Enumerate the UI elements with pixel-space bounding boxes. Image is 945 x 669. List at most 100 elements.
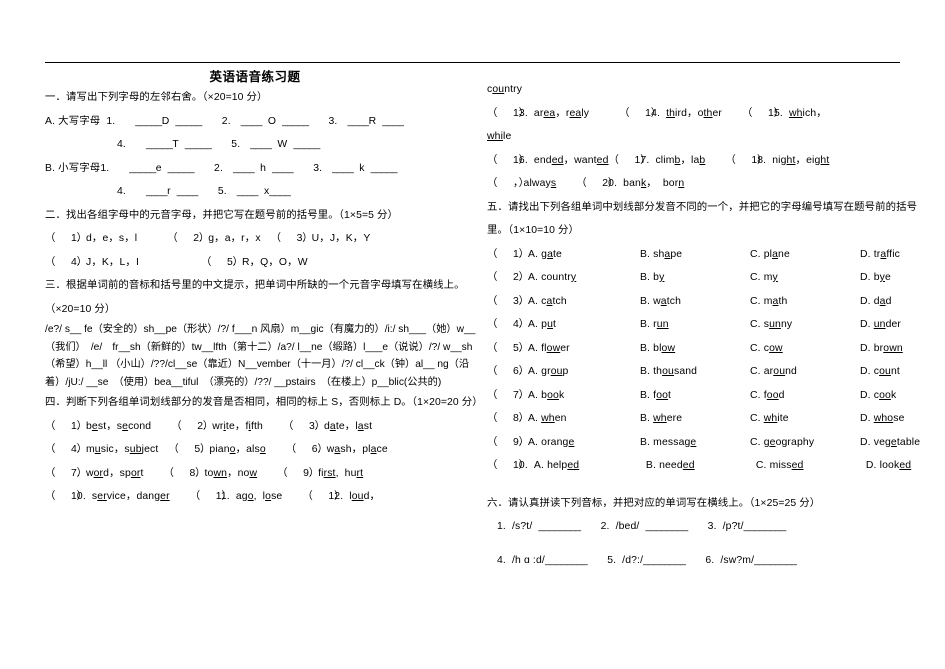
s5-2-option-a[interactable]: A. country (528, 266, 640, 290)
s4-6-answer-box[interactable]: （ ） (286, 438, 328, 462)
s1b-3-blank-after[interactable]: _____ (371, 163, 398, 174)
s5-5-answer-box[interactable]: （ ） (487, 337, 529, 361)
s4-5-answer-box[interactable]: （ ） (168, 438, 210, 462)
s6-4-blank[interactable]: ________ (545, 555, 588, 566)
s5-10-option-a[interactable]: A. helped (534, 454, 646, 478)
s5-8-answer-box[interactable]: （ ） (487, 407, 529, 431)
s4-2-answer-box[interactable]: （ ） (171, 415, 213, 439)
s1a-1-blank-before[interactable]: _____ (135, 116, 162, 127)
s2-4-answer-box[interactable]: （ ） (45, 251, 87, 275)
s1b-2-blank-after[interactable]: ____ (272, 163, 294, 174)
s4-1-answer-box[interactable]: （ ） (45, 415, 87, 439)
s5-4-answer-box[interactable]: （ ） (487, 313, 529, 337)
s5-4-option-a[interactable]: A. put (528, 313, 640, 337)
s5-10-option-b[interactable]: B. needed (646, 454, 756, 478)
s1a-5-blank-before[interactable]: ____ (250, 139, 272, 150)
s4-17-answer-box[interactable]: （ ） (609, 149, 651, 173)
s1a-2-blank-after[interactable]: _____ (282, 116, 309, 127)
s5-5-option-b[interactable]: B. blow (640, 337, 750, 361)
s1b-4-blank-before[interactable]: ____ (146, 186, 168, 197)
s6-1-blank[interactable]: ________ (538, 521, 581, 532)
s5-6-option-b[interactable]: B. thousand (640, 360, 750, 384)
s5-4-option-b[interactable]: B. run (640, 313, 750, 337)
s5-5-option-a[interactable]: A. flower (528, 337, 640, 361)
s5-2-option-c[interactable]: C. my (750, 266, 860, 290)
s5-5-option-c[interactable]: C. cow (750, 337, 860, 361)
s5-9-option-d[interactable]: D. vegetable (860, 431, 920, 455)
s5-5-option-d[interactable]: D. brown (860, 337, 903, 361)
s5-7-option-a[interactable]: A. book (528, 384, 640, 408)
s5-1-option-d[interactable]: D. traffic (860, 243, 900, 267)
s5-8-option-b[interactable]: B. where (640, 407, 750, 431)
s1b-2-blank-before[interactable]: ____ (233, 163, 255, 174)
s4-19-answer-box[interactable]: （ ） (487, 172, 529, 196)
s5-3-option-d[interactable]: D. dad (860, 290, 892, 314)
s5-3-option-c[interactable]: C. math (750, 290, 860, 314)
s5-1-option-a[interactable]: A. gate (528, 243, 640, 267)
s5-7-option-d[interactable]: D. cook (860, 384, 896, 408)
s5-10-option-c[interactable]: C. missed (756, 454, 866, 478)
s4-16-answer-box[interactable]: （ ） (487, 149, 529, 173)
s4-15-answer-box[interactable]: （ ） (742, 102, 784, 126)
s1a-3-blank-after[interactable]: ____ (382, 116, 404, 127)
s6-6-blank[interactable]: ________ (754, 555, 797, 566)
s5-9-option-c[interactable]: C. geography (750, 431, 860, 455)
s1a-2-blank-before[interactable]: ____ (241, 116, 263, 127)
s1b-5-blank-before[interactable]: ____ (237, 186, 259, 197)
s5-8-option-d[interactable]: D. whose (860, 407, 905, 431)
s5-3-option-b[interactable]: B. watch (640, 290, 750, 314)
s5-2-answer-box[interactable]: （ ） (487, 266, 529, 290)
s4-8-answer-box[interactable]: （ ） (164, 462, 206, 486)
s5-1-answer-box[interactable]: （ ） (487, 243, 529, 267)
s4-12-answer-box[interactable]: （ ） (302, 485, 344, 509)
s1b-5-blank-after[interactable]: ____ (269, 186, 291, 197)
s5-2-option-b[interactable]: B. by (640, 266, 750, 290)
s4-7-answer-box[interactable]: （ ） (45, 462, 87, 486)
s2-2-answer-box[interactable]: （ ） (167, 227, 209, 251)
s5-8-option-a[interactable]: A. when (528, 407, 640, 431)
s1a-4-blank-before[interactable]: _____ (146, 139, 173, 150)
s5-9-answer-box[interactable]: （ ） (487, 431, 529, 455)
s2-1-answer-box[interactable]: （ ） (45, 227, 87, 251)
s5-6-option-a[interactable]: A. group (528, 360, 640, 384)
s1b-4-blank-after[interactable]: ____ (177, 186, 199, 197)
s5-7-option-c[interactable]: C. food (750, 384, 860, 408)
s5-7-option-b[interactable]: B. foot (640, 384, 750, 408)
s6-5-blank[interactable]: ________ (643, 555, 686, 566)
s5-10-answer-box[interactable]: （ ） (487, 454, 529, 478)
s4-4-answer-box[interactable]: （ ） (45, 438, 87, 462)
s2-3-answer-box[interactable]: （ ） (271, 227, 313, 251)
s5-2-option-d[interactable]: D. bye (860, 266, 891, 290)
s4-3-answer-box[interactable]: （ ） (283, 415, 325, 439)
s6-2-blank[interactable]: ________ (645, 521, 688, 532)
s5-3-option-a[interactable]: A. catch (528, 290, 640, 314)
s5-10-option-d[interactable]: D. looked (866, 454, 911, 478)
s4-10-answer-box[interactable]: （ ） (45, 485, 87, 509)
s5-1-option-c[interactable]: C. plane (750, 243, 860, 267)
s4-18-answer-box[interactable]: （ ） (725, 149, 767, 173)
s4-9-answer-box[interactable]: （ ） (277, 462, 319, 486)
s5-6-option-c[interactable]: C. around (750, 360, 860, 384)
s5-6-answer-box[interactable]: （ ） (487, 360, 529, 384)
s6-3-blank[interactable]: ________ (744, 521, 787, 532)
s4-13-answer-box[interactable]: （ ） (487, 102, 529, 126)
s2-5-answer-box[interactable]: （ ） (201, 251, 243, 275)
s1b-3-blank-before[interactable]: ____ (332, 163, 354, 174)
s4-11-answer-box[interactable]: （ ） (190, 485, 232, 509)
s5-3-answer-box[interactable]: （ ） (487, 290, 529, 314)
s5-6-option-d[interactable]: D. count (860, 360, 900, 384)
s1b-1-blank-after[interactable]: _____ (168, 163, 195, 174)
s1b-1-blank-before[interactable]: _____ (129, 163, 156, 174)
s5-7-answer-box[interactable]: （ ） (487, 384, 529, 408)
s5-8-option-c[interactable]: C. white (750, 407, 860, 431)
s1a-5-blank-after[interactable]: _____ (293, 139, 320, 150)
s5-9-option-a[interactable]: A. orange (528, 431, 640, 455)
s4-20-answer-box[interactable]: （ ） (576, 172, 618, 196)
s5-4-option-c[interactable]: C. sunny (750, 313, 860, 337)
s4-14-answer-box[interactable]: （ ） (619, 102, 661, 126)
s5-4-option-d[interactable]: D. under (860, 313, 901, 337)
s5-1-option-b[interactable]: B. shape (640, 243, 750, 267)
s1a-1-blank-after[interactable]: _____ (175, 116, 202, 127)
s1a-3-blank-before[interactable]: ____ (347, 116, 369, 127)
s1a-4-blank-after[interactable]: _____ (185, 139, 212, 150)
